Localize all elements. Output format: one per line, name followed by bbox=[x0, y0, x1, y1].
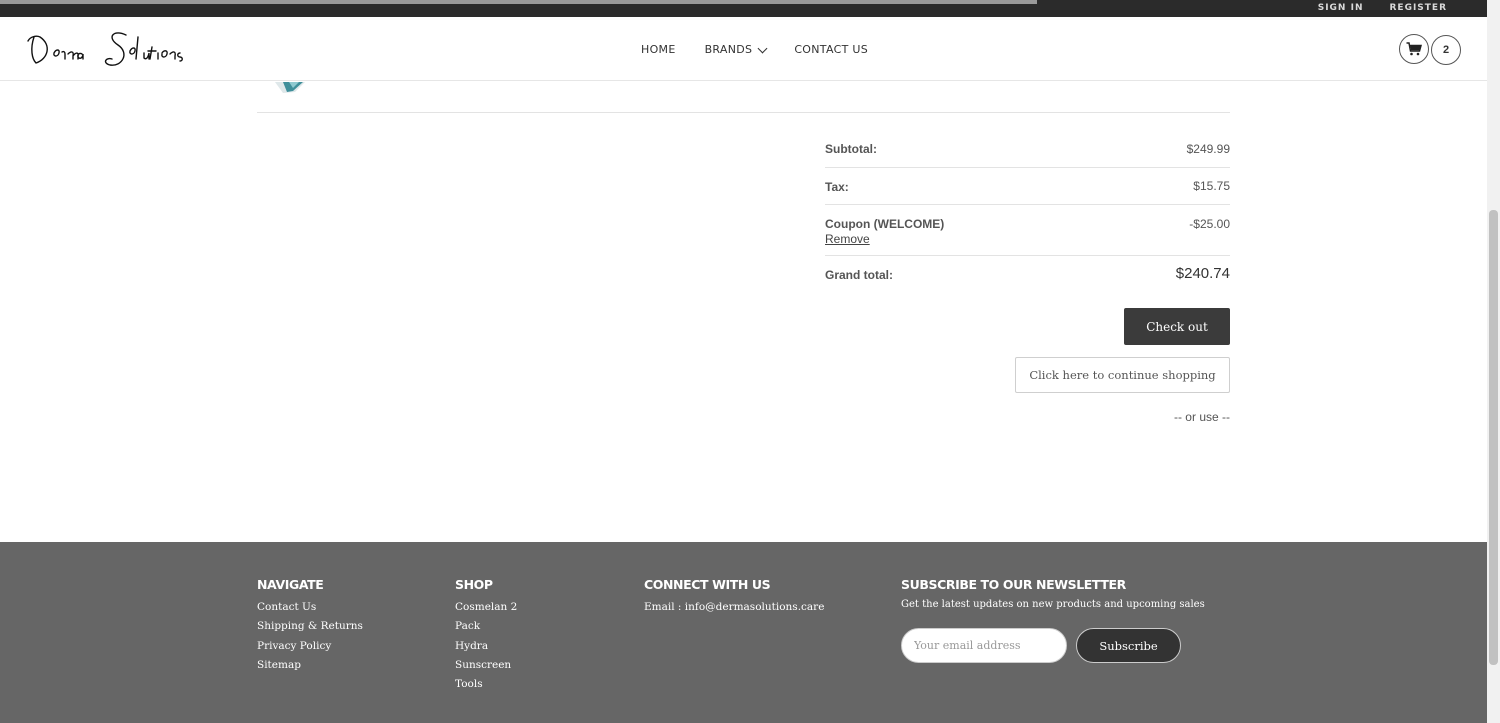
cart-count-badge[interactable]: 2 bbox=[1431, 35, 1461, 65]
main-nav: HOME BRANDS CONTACT US bbox=[641, 43, 868, 56]
footer-newsletter: SUBSCRIBE TO OUR NEWSLETTER Get the late… bbox=[901, 577, 1205, 612]
site-logo[interactable] bbox=[26, 25, 196, 73]
footer-link-tools[interactable]: Tools bbox=[455, 675, 517, 694]
footer-link-pack[interactable]: Pack bbox=[455, 617, 517, 636]
newsletter-title: SUBSCRIBE TO OUR NEWSLETTER bbox=[901, 577, 1126, 592]
subscribe-button[interactable]: Subscribe bbox=[1076, 628, 1181, 663]
tax-value: $15.75 bbox=[1193, 179, 1230, 193]
logo-script-icon bbox=[27, 32, 183, 66]
or-use-text: -- or use -- bbox=[1173, 410, 1230, 424]
footer-link-sitemap[interactable]: Sitemap bbox=[257, 656, 363, 675]
nav-home[interactable]: HOME bbox=[641, 43, 676, 56]
footer-link-hydra[interactable]: Hydra bbox=[455, 637, 517, 656]
checkout-button[interactable]: Check out bbox=[1124, 308, 1230, 345]
sign-in-link[interactable]: SIGN IN bbox=[1318, 3, 1364, 13]
nav-brands-label: BRANDS bbox=[704, 43, 753, 56]
continue-shopping-button[interactable]: Click here to continue shopping bbox=[1015, 357, 1230, 393]
register-link[interactable]: REGISTER bbox=[1389, 3, 1447, 13]
scrollbar-thumb[interactable] bbox=[1489, 210, 1498, 665]
footer-navigate-title: NAVIGATE bbox=[257, 577, 324, 592]
site-footer: NAVIGATE Contact Us Shipping & Returns P… bbox=[0, 542, 1487, 723]
cart-divider bbox=[257, 112, 1230, 113]
cart-button[interactable] bbox=[1399, 34, 1429, 64]
newsletter-form: Subscribe bbox=[901, 628, 1181, 664]
product-image-icon bbox=[275, 82, 305, 93]
footer-link-contact[interactable]: Contact Us bbox=[257, 598, 363, 617]
footer-email-link[interactable]: Email : info@dermasolutions.care bbox=[644, 598, 824, 617]
subtotal-value: $249.99 bbox=[1186, 142, 1230, 156]
page-scrollbar[interactable] bbox=[1487, 0, 1500, 723]
footer-shop: SHOP Cosmelan 2 Pack Hydra Sunscreen Too… bbox=[455, 577, 517, 694]
account-links: SIGN IN REGISTER bbox=[1318, 3, 1447, 13]
newsletter-subtitle: Get the latest updates on new products a… bbox=[901, 599, 1205, 610]
top-bar: SIGN IN REGISTER bbox=[0, 0, 1487, 17]
site-header: HOME BRANDS CONTACT US 2 bbox=[0, 17, 1487, 81]
footer-connect-title: CONNECT WITH US bbox=[644, 577, 771, 592]
coupon-row: Coupon (WELCOME) Remove -$25.00 bbox=[825, 205, 1230, 256]
page-load-progress bbox=[0, 0, 1037, 4]
grand-total-value: $240.74 bbox=[1175, 265, 1230, 282]
coupon-label: Coupon (WELCOME) bbox=[825, 217, 945, 231]
subtotal-label: Subtotal: bbox=[825, 142, 877, 156]
coupon-value: -$25.00 bbox=[1189, 217, 1230, 231]
subtotal-row: Subtotal: $249.99 bbox=[825, 130, 1230, 168]
product-thumbnail[interactable] bbox=[265, 81, 309, 93]
footer-connect: CONNECT WITH US Email : info@dermasoluti… bbox=[644, 577, 824, 617]
footer-link-shipping[interactable]: Shipping & Returns bbox=[257, 617, 363, 636]
newsletter-email-input[interactable] bbox=[901, 628, 1067, 663]
order-totals: Subtotal: $249.99 Tax: $15.75 Coupon (WE… bbox=[825, 130, 1230, 294]
coupon-remove-link[interactable]: Remove bbox=[825, 232, 1230, 246]
footer-link-privacy[interactable]: Privacy Policy bbox=[257, 637, 363, 656]
cart-icon bbox=[1406, 42, 1422, 56]
tax-row: Tax: $15.75 bbox=[825, 168, 1230, 205]
footer-link-cosmelan[interactable]: Cosmelan 2 bbox=[455, 598, 517, 617]
grand-total-row: Grand total: $240.74 bbox=[825, 256, 1230, 294]
grand-total-label: Grand total: bbox=[825, 268, 893, 282]
chevron-down-icon bbox=[757, 43, 768, 53]
nav-brands[interactable]: BRANDS bbox=[704, 43, 768, 56]
footer-navigate: NAVIGATE Contact Us Shipping & Returns P… bbox=[257, 577, 363, 675]
nav-contact[interactable]: CONTACT US bbox=[794, 43, 868, 56]
footer-link-sunscreen[interactable]: Sunscreen bbox=[455, 656, 517, 675]
tax-label: Tax: bbox=[825, 180, 849, 194]
footer-shop-title: SHOP bbox=[455, 577, 493, 592]
